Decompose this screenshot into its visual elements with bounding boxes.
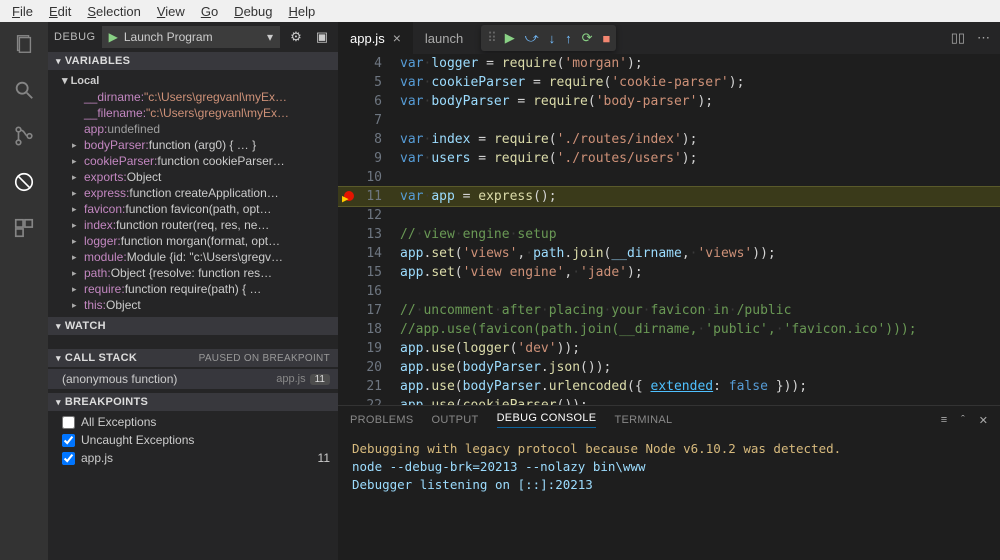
menu-help[interactable]: Help <box>280 2 323 21</box>
panel-tab[interactable]: DEBUG CONSOLE <box>497 412 597 428</box>
breakpoint-checkbox[interactable] <box>62 416 75 429</box>
menu-file[interactable]: File <box>4 2 41 21</box>
stop-icon[interactable]: ■ <box>603 31 611 46</box>
breakpoint-checkbox[interactable] <box>62 452 75 465</box>
section-breakpoints[interactable]: ▾BREAKPOINTS <box>48 393 338 411</box>
variable-row[interactable]: ▸module: Module {id: "c:\Users\gregv… <box>48 249 338 265</box>
variable-row[interactable]: ▸exports: Object <box>48 169 338 185</box>
editor-tabs: app.js×launch ⠿ ▶ ⤻ ↓ ↑ ⟳ ■ ▯▯ ⋯ <box>338 22 1000 54</box>
code-line[interactable]: 18//app.use(favicon(path.join(__dirname,… <box>338 320 1000 339</box>
code-line[interactable]: 21app.use(bodyParser.urlencoded({ extend… <box>338 377 1000 396</box>
code-line[interactable]: 9var·users = require('./routes/users'); <box>338 149 1000 168</box>
menu-go[interactable]: Go <box>193 2 226 21</box>
section-callstack[interactable]: ▾CALL STACKPAUSED ON BREAKPOINT <box>48 349 338 367</box>
code-line[interactable]: 14app.set('views',·path.join(__dirname,·… <box>338 244 1000 263</box>
menubar: FileEditSelectionViewGoDebugHelp <box>0 0 1000 22</box>
breakpoint-row[interactable]: All Exceptions <box>48 413 338 431</box>
continue-icon[interactable]: ▶ <box>505 30 515 46</box>
breakpoint-row[interactable]: app.js11 <box>48 449 338 467</box>
section-variables[interactable]: ▾VARIABLES <box>48 52 338 70</box>
code-line[interactable]: 4var·logger = require('morgan'); <box>338 54 1000 73</box>
search-icon[interactable] <box>10 76 38 104</box>
variable-row[interactable]: ▸cookieParser: function cookieParser… <box>48 153 338 169</box>
bottom-panel: PROBLEMSOUTPUTDEBUG CONSOLETERMINAL ≡ ˆ … <box>338 405 1000 560</box>
variable-row[interactable]: __filename: "c:\Users\gregvanl\myEx… <box>48 105 338 121</box>
menu-selection[interactable]: Selection <box>79 2 148 21</box>
code-line[interactable]: 15app.set('view engine',·'jade'); <box>338 263 1000 282</box>
variable-row[interactable]: ▸require: function require(path) { … <box>48 281 338 297</box>
panel-maximize-icon[interactable]: ˆ <box>961 414 965 427</box>
callstack-frame[interactable]: (anonymous function) app.js 11 <box>48 369 338 389</box>
panel-tab[interactable]: PROBLEMS <box>350 414 414 426</box>
code-line[interactable]: 6var·bodyParser = require('body-parser')… <box>338 92 1000 111</box>
gear-icon[interactable]: ⚙ <box>286 29 306 45</box>
debug-sidebar: DEBUG ▶ Launch Program ▾ ⚙ ▣ ▾VARIABLES … <box>48 22 338 560</box>
more-icon[interactable]: ⋯ <box>977 30 990 46</box>
menu-edit[interactable]: Edit <box>41 2 79 21</box>
code-line[interactable]: 20app.use(bodyParser.json()); <box>338 358 1000 377</box>
panel-filter-icon[interactable]: ≡ <box>941 414 947 427</box>
play-icon: ▶ <box>109 30 118 44</box>
menu-debug[interactable]: Debug <box>226 2 280 21</box>
step-out-icon[interactable]: ↑ <box>565 31 572 46</box>
menu-view[interactable]: View <box>149 2 193 21</box>
step-over-icon[interactable]: ⤻ <box>525 30 539 46</box>
editor-tab[interactable]: app.js× <box>338 22 413 54</box>
panel-tab[interactable]: OUTPUT <box>432 414 479 426</box>
explorer-icon[interactable] <box>10 30 38 58</box>
split-editor-icon[interactable]: ▯▯ <box>951 30 965 46</box>
code-line[interactable]: 22app.use(cookieParser()); <box>338 396 1000 405</box>
variable-row[interactable]: ▸index: function router(req, res, ne… <box>48 217 338 233</box>
variable-row[interactable]: ▸this: Object <box>48 297 338 313</box>
variable-row[interactable]: app: undefined <box>48 121 338 137</box>
code-line[interactable]: 17//·uncomment·after·placing·your·favico… <box>338 301 1000 320</box>
variable-row[interactable]: ▸express: function createApplication… <box>48 185 338 201</box>
code-line[interactable]: 12 <box>338 206 1000 225</box>
variable-row[interactable]: ▸bodyParser: function (arg0) { … } <box>48 137 338 153</box>
editor-tab[interactable]: launch <box>413 22 475 54</box>
scope-local[interactable]: ▾ Local <box>48 72 338 89</box>
debug-config-name: Launch Program <box>124 30 213 44</box>
drag-handle-icon[interactable]: ⠿ <box>487 30 495 46</box>
console-line: Debugger listening on [::]:20213 <box>352 476 986 494</box>
extensions-icon[interactable] <box>10 214 38 242</box>
panel-tab[interactable]: TERMINAL <box>614 414 672 426</box>
code-line[interactable]: 7 <box>338 111 1000 130</box>
code-line[interactable]: 13//·view·engine·setup <box>338 225 1000 244</box>
code-editor[interactable]: 4var·logger = require('morgan');5var·coo… <box>338 54 1000 405</box>
variable-row[interactable]: __dirname: "c:\Users\gregvanl\myEx… <box>48 89 338 105</box>
close-icon[interactable]: × <box>393 30 401 46</box>
code-line[interactable]: ▶11var·app = express(); <box>338 187 1000 206</box>
scm-icon[interactable] <box>10 122 38 150</box>
console-line: Debugging with legacy protocol because N… <box>352 440 986 458</box>
debug-label: DEBUG <box>54 31 96 43</box>
step-into-icon[interactable]: ↓ <box>549 31 556 46</box>
code-line[interactable]: 8var·index = require('./routes/index'); <box>338 130 1000 149</box>
variable-row[interactable]: ▸favicon: function favicon(path, opt… <box>48 201 338 217</box>
code-line[interactable]: 5var·cookieParser = require('cookie-pars… <box>338 73 1000 92</box>
variable-row[interactable]: ▸logger: function morgan(format, opt… <box>48 233 338 249</box>
debug-config-select[interactable]: ▶ Launch Program ▾ <box>102 26 280 48</box>
chevron-down-icon: ▾ <box>267 30 273 44</box>
debug-toolbar[interactable]: ⠿ ▶ ⤻ ↓ ↑ ⟳ ■ <box>481 25 616 51</box>
restart-icon[interactable]: ⟳ <box>582 30 593 46</box>
activity-bar <box>0 22 48 560</box>
console-line: node --debug-brk=20213 --nolazy bin\www <box>352 458 986 476</box>
code-line[interactable]: 16 <box>338 282 1000 301</box>
breakpoint-row[interactable]: Uncaught Exceptions <box>48 431 338 449</box>
code-line[interactable]: 19app.use(logger('dev')); <box>338 339 1000 358</box>
section-watch[interactable]: ▾WATCH <box>48 317 338 335</box>
variable-row[interactable]: ▸path: Object {resolve: function res… <box>48 265 338 281</box>
debug-console-icon[interactable]: ▣ <box>312 29 332 45</box>
panel-close-icon[interactable]: ✕ <box>979 414 988 427</box>
code-line[interactable]: 10 <box>338 168 1000 187</box>
breakpoint-checkbox[interactable] <box>62 434 75 447</box>
debug-icon[interactable] <box>10 168 38 196</box>
